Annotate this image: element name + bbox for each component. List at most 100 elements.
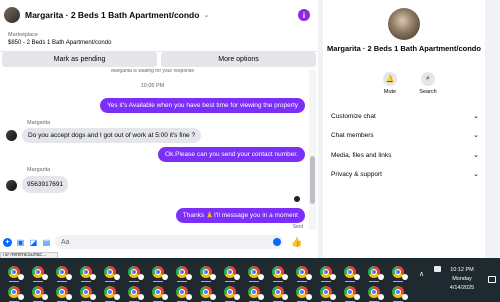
chat-header[interactable]: Margarita · 2 Beds 1 Bath Apartment/cond… <box>0 0 318 30</box>
taskbar-chrome-window[interactable] <box>314 282 338 302</box>
taskbar-chrome-window[interactable] <box>194 282 218 302</box>
taskbar-chrome-window[interactable] <box>338 282 362 302</box>
privacy-support-row[interactable]: Privacy & support ⌄ <box>331 168 479 180</box>
listing-title: $850 - 2 Beds 1 Bath Apartment/condo <box>8 40 112 46</box>
taskbar-chrome-window[interactable] <box>122 262 146 282</box>
notification-icon[interactable] <box>488 276 496 283</box>
profile-badge-icon <box>138 294 144 300</box>
taskbar-chrome-window[interactable] <box>146 262 170 282</box>
profile-badge-icon <box>90 274 96 280</box>
mute-button[interactable]: 🔔 Mute <box>378 72 402 95</box>
plus-icon[interactable]: + <box>3 237 12 247</box>
taskbar-chrome-window[interactable] <box>146 282 170 302</box>
messenger-window: Margarita · 2 Beds 1 Bath Apartment/cond… <box>0 0 500 259</box>
taskbar-chrome-window[interactable] <box>218 282 242 302</box>
profile-badge-icon <box>66 274 72 280</box>
chevron-down-icon[interactable]: ⌄ <box>203 11 209 19</box>
taskbar-chrome-window[interactable] <box>2 262 26 282</box>
profile-badge-icon <box>378 274 384 280</box>
search-icon: ⌕ <box>421 72 435 86</box>
taskbar-chrome-window[interactable] <box>338 262 362 282</box>
clock-time: 10:12 PM <box>450 267 474 273</box>
info-icon[interactable]: i <box>298 9 310 21</box>
profile-badge-icon <box>210 274 216 280</box>
message-input[interactable] <box>55 235 283 249</box>
outgoing-message[interactable]: Ok.Please can you send your contact numb… <box>158 147 305 162</box>
profile-badge-icon <box>258 294 264 300</box>
chat-members-row[interactable]: Chat members ⌄ <box>331 129 479 141</box>
taskbar-chrome-window[interactable] <box>170 262 194 282</box>
profile-badge-icon <box>186 274 192 280</box>
taskbar-chrome-window[interactable] <box>242 262 266 282</box>
show-hidden-icons-icon[interactable]: ∧ <box>419 270 424 278</box>
thumbs-up-icon[interactable]: 👍 <box>291 237 302 248</box>
message-composer: + ▣ ◪ ▤ 👍 <box>0 232 318 252</box>
profile-badge-icon <box>330 294 336 300</box>
profile-badge-icon <box>162 294 168 300</box>
taskbar-chrome-window[interactable] <box>98 282 122 302</box>
taskbar-chrome-window[interactable] <box>314 262 338 282</box>
taskbar-chrome-window[interactable] <box>290 262 314 282</box>
profile-badge-icon <box>210 294 216 300</box>
taskbar-clock[interactable]: 10:12 PM Monday 4/14/2025 <box>440 266 484 293</box>
emoji-icon[interactable] <box>273 238 281 246</box>
chat-title[interactable]: Margarita · 2 Beds 1 Bath Apartment/cond… <box>25 10 199 20</box>
read-receipt-avatar <box>294 196 300 202</box>
taskbar-chrome-window[interactable] <box>386 262 410 282</box>
profile-badge-icon <box>306 274 312 280</box>
taskbar-chrome-window[interactable] <box>266 262 290 282</box>
incoming-message[interactable]: 9563917691 <box>22 176 69 193</box>
profile-badge-icon <box>330 274 336 280</box>
media-files-links-row[interactable]: Media, files and links ⌄ <box>331 149 479 161</box>
mark-as-pending-button[interactable]: Mark as pending <box>2 52 157 67</box>
chat-scrollbar[interactable] <box>309 70 316 230</box>
search-button[interactable]: ⌕ Search <box>416 72 440 95</box>
incoming-message[interactable]: Do you accept dogs and I got out of work… <box>22 128 202 143</box>
profile-badge-icon <box>234 294 240 300</box>
bell-icon: 🔔 <box>383 72 397 86</box>
taskbar-chrome-window[interactable] <box>242 282 266 302</box>
customize-chat-row[interactable]: Customize chat ⌄ <box>331 110 479 122</box>
taskbar-chrome-window[interactable] <box>194 262 218 282</box>
marketplace-listing[interactable]: Marketplace $850 - 2 Beds 1 Bath Apartme… <box>0 30 318 52</box>
taskbar-chrome-window[interactable] <box>266 282 290 302</box>
more-options-button[interactable]: More options <box>161 52 316 67</box>
taskbar-chrome-window[interactable] <box>2 282 26 302</box>
sender-avatar[interactable] <box>6 180 17 191</box>
taskbar-chrome-window[interactable] <box>170 282 194 302</box>
conversation-info-panel: Margarita · 2 Beds 1 Bath Apartment/cond… <box>323 0 485 258</box>
profile-badge-icon <box>114 294 120 300</box>
outgoing-message[interactable]: Thanks 🙏I'll message you in a moment <box>175 208 305 223</box>
sent-status: Sent <box>292 224 303 230</box>
contact-avatar[interactable] <box>4 7 20 23</box>
taskbar-chrome-window[interactable] <box>26 262 50 282</box>
taskbar-chrome-window[interactable] <box>218 262 242 282</box>
taskbar-chrome-window[interactable] <box>50 282 74 302</box>
taskbar-chrome-window[interactable] <box>362 282 386 302</box>
outgoing-message[interactable]: Yes it's Available when you have best ti… <box>100 98 305 113</box>
profile-badge-icon <box>42 294 48 300</box>
taskbar-chrome-window[interactable] <box>386 282 410 302</box>
profile-badge-icon <box>162 274 168 280</box>
taskbar-chrome-window[interactable] <box>74 262 98 282</box>
scrollbar-thumb[interactable] <box>310 156 315 204</box>
taskbar-chrome-window[interactable] <box>98 262 122 282</box>
sticker-icon[interactable]: ◪ <box>29 238 38 247</box>
windows-taskbar: ∧ 10:12 PM Monday 4/14/2025 <box>0 258 500 302</box>
sender-avatar[interactable] <box>6 130 17 141</box>
profile-badge-icon <box>138 274 144 280</box>
row-label: Customize chat <box>331 112 376 120</box>
listing-actions: Mark as pending More options <box>0 52 318 69</box>
taskbar-chrome-window[interactable] <box>122 282 146 302</box>
image-icon[interactable]: ▣ <box>16 238 25 247</box>
contact-photo[interactable] <box>388 8 420 40</box>
message-thread[interactable]: Margarita is waiting for your response 1… <box>0 69 318 232</box>
gif-icon[interactable]: ▤ <box>42 238 51 247</box>
profile-badge-icon <box>282 274 288 280</box>
taskbar-chrome-window[interactable] <box>362 262 386 282</box>
message-timestamp: 10:05 PM <box>140 83 165 89</box>
taskbar-chrome-window[interactable] <box>290 282 314 302</box>
taskbar-chrome-window[interactable] <box>26 282 50 302</box>
taskbar-chrome-window[interactable] <box>74 282 98 302</box>
taskbar-chrome-window[interactable] <box>50 262 74 282</box>
